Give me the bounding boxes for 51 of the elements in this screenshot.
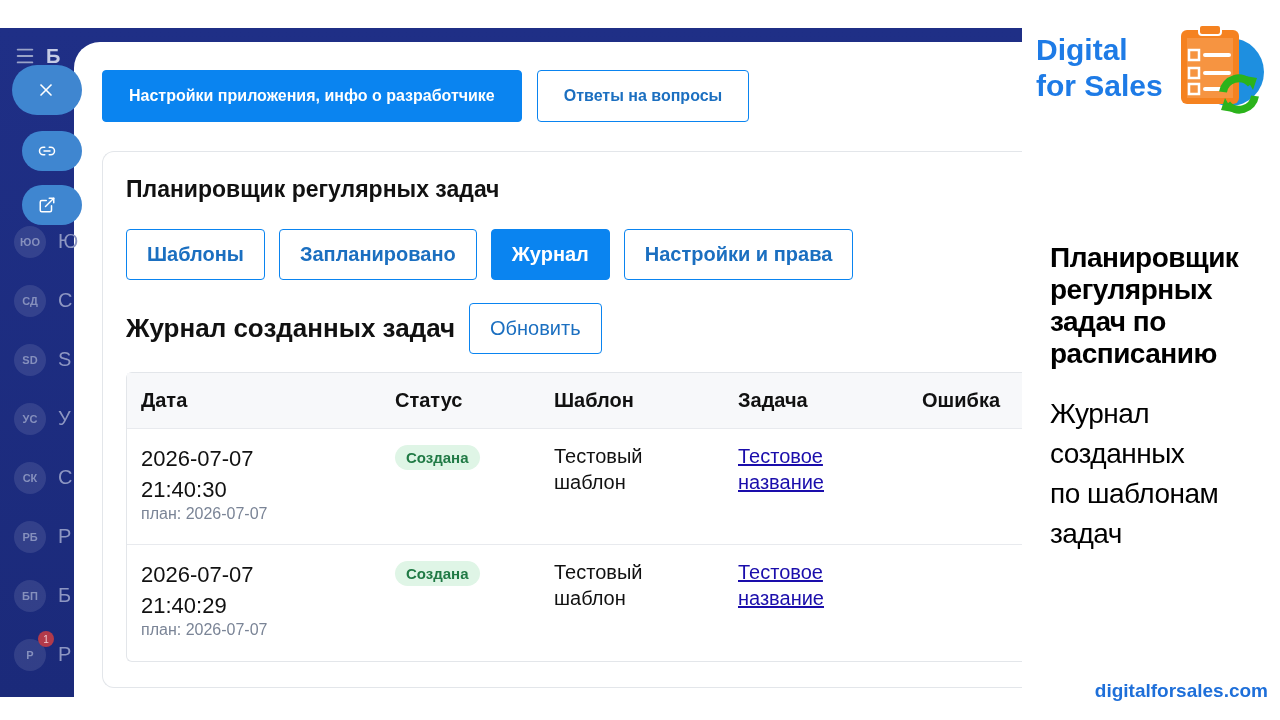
date-text: 2026-07-07 <box>141 561 255 589</box>
avatar[interactable]: СД <box>14 284 46 317</box>
template-name: Тестовый шаблон <box>554 444 644 495</box>
avatar[interactable]: СК <box>14 461 46 494</box>
avatar[interactable]: РБ <box>14 520 46 553</box>
time-text: 21:40:29 <box>141 592 228 620</box>
promo-headline: Планировщик регулярных задач по расписанию <box>1049 242 1240 370</box>
open-external-button[interactable] <box>22 185 82 225</box>
top-button[interactable]: Настройки приложения, инфо о разработчике <box>102 70 522 122</box>
tab[interactable]: Настройки и права <box>623 229 854 280</box>
time-text: 21:40:30 <box>141 476 228 504</box>
refresh-button[interactable]: Обновить <box>469 303 602 354</box>
column-header: Шаблон <box>554 389 635 412</box>
task-link[interactable]: Тестовое название <box>738 559 848 611</box>
close-button[interactable] <box>12 65 82 115</box>
column-header: Дата <box>141 389 189 412</box>
column-header: Ошибка <box>922 389 1002 412</box>
date-text: 2026-07-07 <box>141 445 255 473</box>
avatar[interactable]: ЮО <box>14 225 46 258</box>
task-link[interactable]: Тестовое название <box>738 443 848 495</box>
notification-badge: 1 <box>38 631 54 647</box>
template-name: Тестовый шаблон <box>554 560 644 611</box>
sidebar-item-label[interactable]: S <box>58 348 72 371</box>
sidebar-title: Б <box>46 44 61 68</box>
avatar[interactable]: БП <box>14 579 46 612</box>
status-pill: Создана <box>395 561 480 586</box>
sidebar-item-label[interactable]: У <box>58 407 71 430</box>
external-link-icon <box>38 196 56 214</box>
card-title: Планировщик регулярных задач <box>126 176 501 203</box>
plan-date: план: 2026-07-07 <box>141 505 269 523</box>
sidebar-item-label[interactable]: С <box>58 289 73 312</box>
sidebar-item-label[interactable]: Р <box>58 525 72 548</box>
journal-title: Журнал созданных задач <box>126 313 456 344</box>
status-pill: Создана <box>395 445 480 470</box>
sidebar-item-label[interactable]: С <box>58 466 73 489</box>
website-url: digitalforsales.com <box>1094 680 1268 702</box>
column-header: Статус <box>395 389 464 412</box>
sidebar-item-label[interactable]: Б <box>58 584 72 607</box>
avatar[interactable]: SD <box>14 343 46 376</box>
avatar[interactable]: УС <box>14 402 46 435</box>
tab[interactable]: Запланировано <box>278 229 477 280</box>
brand-name: Digital for Sales <box>1036 32 1163 104</box>
promo-subtitle: Журнал созданных по шаблонам задач <box>1049 397 1220 551</box>
tab[interactable]: Журнал <box>490 229 610 280</box>
column-header: Задача <box>738 389 809 412</box>
sidebar-item-label[interactable]: Р <box>58 643 72 666</box>
avatar[interactable]: Р <box>14 638 46 671</box>
plan-date: план: 2026-07-07 <box>141 621 269 639</box>
link-button[interactable] <box>22 131 82 171</box>
top-button[interactable]: Ответы на вопросы <box>536 70 750 122</box>
tab[interactable]: Шаблоны <box>126 229 265 280</box>
